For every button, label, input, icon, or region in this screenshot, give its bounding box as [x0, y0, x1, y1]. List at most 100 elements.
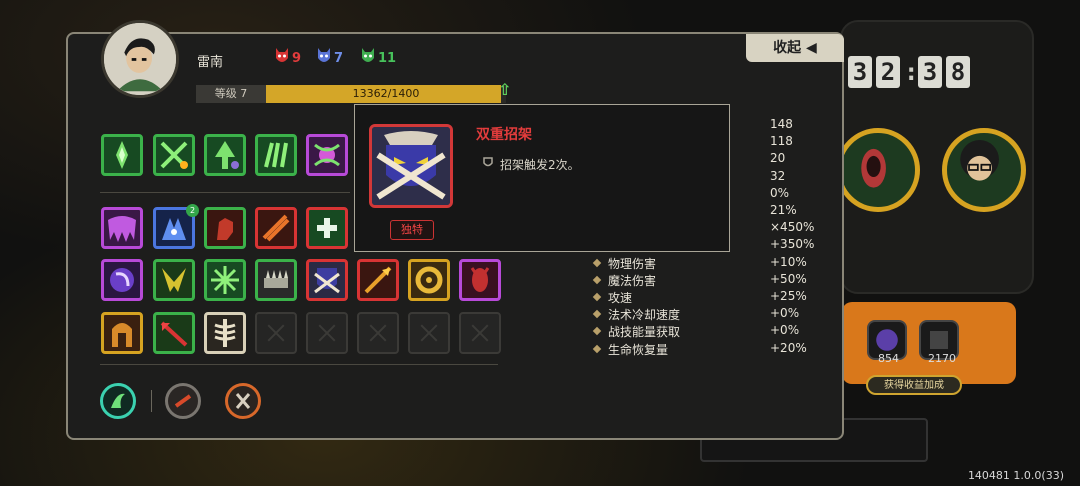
- diamond-bullet-icon: [592, 258, 602, 267]
- fire-arrow-icon[interactable]: [357, 259, 399, 301]
- red-demon-icon[interactable]: [459, 259, 501, 301]
- reward-value: 854: [878, 352, 899, 365]
- shield-icon: [483, 157, 493, 167]
- green-lightning-icon[interactable]: [153, 259, 195, 301]
- parry-mask-icon[interactable]: [306, 259, 348, 301]
- version-label: 140481 1.0.0(33): [967, 469, 1064, 482]
- stat-label: 战技能量获取: [608, 325, 681, 340]
- reward-value: 2170: [928, 352, 956, 365]
- bone-ribcage-icon[interactable]: [204, 312, 246, 354]
- stat-value: +25%: [770, 289, 807, 303]
- hero-portrait-icon: [104, 23, 176, 95]
- mask-count: 11: [378, 51, 397, 66]
- diamond-bullet-icon: [592, 309, 602, 319]
- stat-value: 0%: [770, 185, 790, 200]
- stat-row: 魔法伤害 +50%: [592, 271, 824, 289]
- tooltip-title: 双重招架: [476, 127, 532, 143]
- collapse-button[interactable]: 收起 ◀: [746, 34, 844, 62]
- background-hero-portrait[interactable]: [836, 128, 920, 212]
- purple-vine-icon[interactable]: [306, 134, 348, 176]
- spike-fence-icon[interactable]: [255, 259, 297, 301]
- stat-value: +0%: [770, 306, 800, 321]
- timer-digit: 3: [848, 56, 872, 88]
- stat-value: ×450%: [770, 220, 815, 235]
- diamond-bullet-icon: [592, 275, 602, 285]
- empty-skill-slot[interactable]: [255, 312, 297, 354]
- empty-skill-slot[interactable]: [408, 312, 450, 354]
- stat-label: 物理伤害: [608, 256, 657, 271]
- diamond-bullet-icon: [592, 344, 602, 353]
- stat-value: +350%: [770, 237, 815, 252]
- timer-digit: 3: [918, 56, 942, 88]
- timer-colon: :: [904, 58, 919, 86]
- stat-label: 法术冷却速度: [608, 308, 681, 323]
- red-fist-icon[interactable]: [204, 207, 246, 249]
- divider: [100, 364, 498, 365]
- blue-mask-icon: [318, 48, 330, 62]
- red-arrow-icon[interactable]: [153, 312, 195, 354]
- xp-bar: 13362/1400: [266, 85, 506, 103]
- hero-avatar[interactable]: [101, 20, 179, 98]
- mask-count: 7: [334, 51, 344, 66]
- empty-skill-slot[interactable]: [306, 312, 348, 354]
- stat-row: 攻速 +25%: [592, 289, 824, 306]
- fire-gate-icon[interactable]: [101, 312, 143, 354]
- green-arrow-up-icon[interactable]: [204, 134, 246, 176]
- stat-value: 148: [770, 117, 793, 131]
- level-up-arrow-icon[interactable]: ⇧: [498, 80, 511, 99]
- mask-counter-red: 9: [274, 46, 301, 66]
- triangle-left-icon: ◀: [806, 40, 817, 56]
- purple-ooze-icon[interactable]: [101, 207, 143, 249]
- stat-label: 攻速: [608, 291, 633, 305]
- timer-digit: 2: [876, 56, 900, 88]
- fire-dash-skill-icon[interactable]: [165, 383, 201, 419]
- stat-value: 32: [770, 168, 786, 183]
- empty-skill-slot[interactable]: [357, 312, 399, 354]
- background-timer: 3 2 : 3 8: [848, 56, 970, 88]
- bonus-pill[interactable]: 获得收益加成: [866, 375, 962, 395]
- stat-row: 法术冷却速度 +0%: [592, 306, 824, 323]
- stat-label: 魔法伤害: [608, 273, 657, 288]
- empty-skill-slot[interactable]: [459, 312, 501, 354]
- green-wind-skill-icon[interactable]: [100, 383, 136, 419]
- gold-ring-icon[interactable]: [408, 259, 450, 301]
- green-claw-icon[interactable]: [255, 134, 297, 176]
- green-cross-slash-icon[interactable]: [153, 134, 195, 176]
- stat-row: 物理伤害 +10%: [592, 254, 824, 272]
- stat-row: 战技能量获取 +0%: [592, 323, 824, 340]
- diamond-bullet-icon: [592, 292, 602, 302]
- skill-level-badge: 2: [186, 204, 199, 217]
- purple-orb-icon[interactable]: [101, 259, 143, 301]
- green-heal-icon[interactable]: [306, 207, 348, 249]
- green-shard-burst-icon[interactable]: [204, 259, 246, 301]
- mask-counter-blue: 7: [316, 46, 343, 66]
- stat-value: +20%: [770, 340, 807, 355]
- unique-badge: 独特: [390, 220, 434, 240]
- divider: [100, 192, 350, 193]
- stat-value: 20: [770, 151, 786, 166]
- red-mask-icon: [276, 48, 288, 62]
- stat-value: +0%: [770, 323, 800, 338]
- timer-digit: 8: [946, 56, 970, 88]
- scissors-skill-icon[interactable]: [225, 383, 261, 419]
- diamond-bullet-icon: [592, 327, 602, 336]
- green-mask-icon: [362, 48, 374, 62]
- stat-value: +10%: [770, 254, 807, 269]
- mask-count: 9: [292, 51, 302, 66]
- tooltip-description: 招架触发2次。: [500, 158, 580, 172]
- hero-name: 雷南: [197, 55, 224, 70]
- background-hero-portrait[interactable]: [942, 128, 1026, 212]
- stat-value: 21%: [770, 203, 797, 217]
- mask-counter-green: 11: [360, 46, 396, 66]
- divider: [151, 390, 152, 412]
- collapse-label: 收起: [773, 40, 802, 56]
- parry-mask-icon: [369, 124, 453, 208]
- level-label: 等级 7: [196, 85, 266, 103]
- stat-value: 118: [770, 134, 793, 149]
- stat-row: 生命恢复量 +20%: [592, 340, 824, 358]
- fire-slash-icon[interactable]: [255, 207, 297, 249]
- stat-label: 生命恢复量: [608, 342, 669, 357]
- stat-value: +50%: [770, 271, 807, 286]
- emerald-shard-icon[interactable]: [101, 134, 143, 176]
- xp-text: 13362/1400: [352, 87, 420, 100]
